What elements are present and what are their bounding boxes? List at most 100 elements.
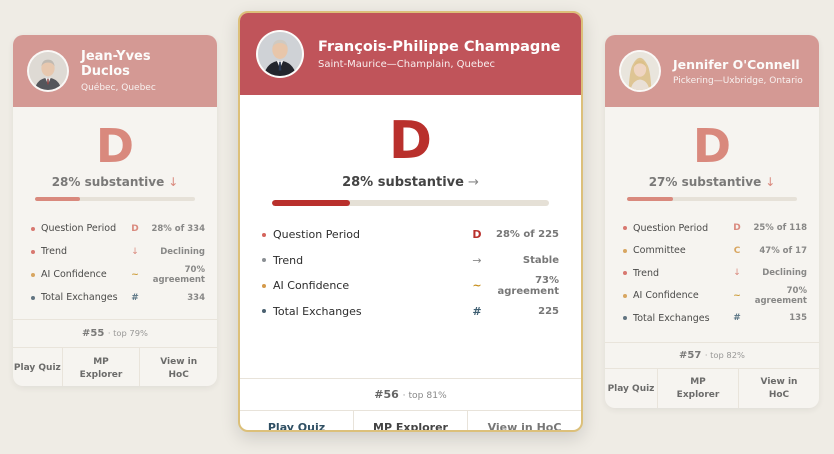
metric-value: 70% agreement [754, 285, 807, 306]
arrow-down-icon: ↓ [131, 246, 139, 257]
dot-icon [262, 309, 266, 314]
metric-ai-confidence: AI Confidence ~ 73% agreement [262, 273, 559, 299]
metric-label: Trend [41, 246, 67, 257]
card-actions: Play Quiz MP Explorer View in HoC [605, 367, 819, 409]
metric-value: 225 [538, 305, 559, 317]
tilde-icon: ~ [131, 269, 139, 280]
metrics-list: Question Period D 25% of 118 Committee C… [623, 217, 807, 330]
dot-icon [623, 226, 627, 231]
trend-down-icon: ↓ [765, 175, 776, 189]
metric-value: 25% of 118 [753, 223, 807, 234]
rank-number: #55 [82, 328, 105, 339]
mp-explorer-button[interactable]: MP Explorer [354, 411, 468, 430]
dot-icon [623, 316, 627, 321]
metric-value: 334 [187, 292, 205, 303]
metric-question-period: Question Period D 28% of 225 [262, 222, 559, 248]
dot-icon [623, 271, 627, 276]
metric-value: 28% of 225 [496, 229, 559, 241]
mp-card-left[interactable]: Jean-Yves Duclos Québec, Quebec D 28% su… [13, 35, 217, 386]
metric-ai-confidence: AI Confidence ~ 70% agreement [623, 285, 807, 308]
dot-icon [31, 295, 35, 300]
play-quiz-button[interactable]: Play Quiz [240, 411, 354, 430]
trend-flat-icon: → [467, 175, 479, 190]
arrow-down-icon: ↓ [733, 268, 741, 279]
dot-icon [262, 232, 266, 237]
mp-card-right[interactable]: Jennifer O'Connell Pickering—Uxbridge, O… [605, 35, 819, 408]
metric-value: Declining [160, 246, 205, 257]
metric-label: Total Exchanges [273, 304, 362, 318]
metric-committee: Committee C 47% of 17 [623, 240, 807, 263]
arrow-right-icon: → [472, 253, 482, 267]
metric-total-exchanges: Total Exchanges # 135 [623, 307, 807, 330]
mp-card-center[interactable]: François-Philippe Champagne Saint-Mauric… [238, 11, 583, 432]
grade-letter: D [692, 119, 732, 173]
metric-value: 28% of 334 [151, 223, 205, 234]
metric-total-exchanges: Total Exchanges # 225 [262, 299, 559, 325]
metric-label: AI Confidence [633, 290, 699, 302]
dot-icon [262, 283, 266, 288]
metric-question-period: Question Period D 28% of 334 [31, 217, 205, 240]
metric-value: 70% agreement [152, 264, 205, 285]
grade-icon: D [733, 223, 741, 234]
mp-avatar [256, 30, 304, 78]
view-in-hoc-button[interactable]: View in HoC [468, 411, 581, 431]
substantive-bar-fill [627, 197, 673, 201]
substantive-text: 27% substantive [648, 175, 762, 189]
metrics-list: Question Period D 28% of 334 Trend ↓ Dec… [31, 217, 205, 309]
rank: #55 · top 79% [13, 320, 217, 347]
rank-number: #57 [679, 349, 702, 361]
rank-percentile: · top 79% [107, 328, 148, 338]
metrics-list: Question Period D 28% of 225 Trend → Sta… [262, 222, 559, 324]
man-portrait-icon [29, 52, 67, 90]
mp-name: François-Philippe Champagne [318, 38, 561, 55]
mp-explorer-button[interactable]: MP Explorer [658, 368, 739, 408]
dot-icon [623, 293, 627, 298]
substantive-bar [272, 200, 549, 206]
play-quiz-button[interactable]: Play Quiz [605, 368, 658, 408]
card-header: François-Philippe Champagne Saint-Mauric… [240, 13, 581, 95]
metric-trend: Trend → Stable [262, 248, 559, 274]
metric-label: AI Confidence [273, 279, 350, 293]
mp-explorer-button[interactable]: MP Explorer [63, 348, 141, 386]
dot-icon [262, 258, 266, 263]
metric-label: Question Period [273, 228, 360, 242]
mp-riding: Saint-Maurice—Champlain, Quebec [318, 58, 496, 70]
rank: #56 · top 81% [240, 379, 581, 410]
grade-letter: D [388, 111, 433, 171]
card-actions: Play Quiz MP Explorer View in HoC [240, 410, 581, 431]
dot-icon [31, 272, 35, 277]
substantive-bar [35, 197, 195, 201]
metric-label: Total Exchanges [41, 292, 118, 303]
grade-letter: D [95, 119, 135, 173]
hash-icon: # [131, 292, 139, 303]
metric-total-exchanges: Total Exchanges # 334 [31, 286, 205, 309]
view-in-hoc-button[interactable]: View in HoC [739, 369, 819, 409]
dot-icon [31, 226, 35, 231]
metric-label: Question Period [633, 222, 709, 234]
metric-question-period: Question Period D 25% of 118 [623, 217, 807, 240]
substantive-rate: 27% substantive ↓ [605, 175, 819, 189]
view-in-hoc-button[interactable]: View in HoC [140, 348, 217, 386]
grade-icon: C [733, 245, 741, 256]
grade-icon: D [472, 228, 482, 242]
mp-name: Jennifer O'Connell [673, 56, 800, 72]
man-portrait-icon [258, 32, 302, 76]
metric-label: Committee [633, 245, 686, 257]
trend-down-icon: ↓ [168, 175, 179, 189]
dot-icon [623, 248, 627, 253]
metric-trend: Trend ↓ Declining [623, 262, 807, 285]
mp-avatar [619, 50, 661, 92]
substantive-text: 28% substantive [51, 175, 165, 189]
metric-label: AI Confidence [41, 269, 107, 280]
rank: #57 · top 82% [605, 343, 819, 368]
card-header: Jean-Yves Duclos Québec, Quebec [13, 35, 217, 107]
metric-value: 47% of 17 [759, 245, 807, 256]
metric-value: 135 [789, 313, 807, 324]
metric-ai-confidence: AI Confidence ~ 70% agreement [31, 263, 205, 286]
tilde-icon: ~ [733, 290, 741, 301]
mp-name: Jean-Yves Duclos [81, 49, 151, 79]
play-quiz-button[interactable]: Play Quiz [13, 348, 63, 386]
card-actions: Play Quiz MP Explorer View in HoC [13, 347, 217, 386]
hash-icon: # [733, 313, 741, 324]
dot-icon [31, 249, 35, 254]
